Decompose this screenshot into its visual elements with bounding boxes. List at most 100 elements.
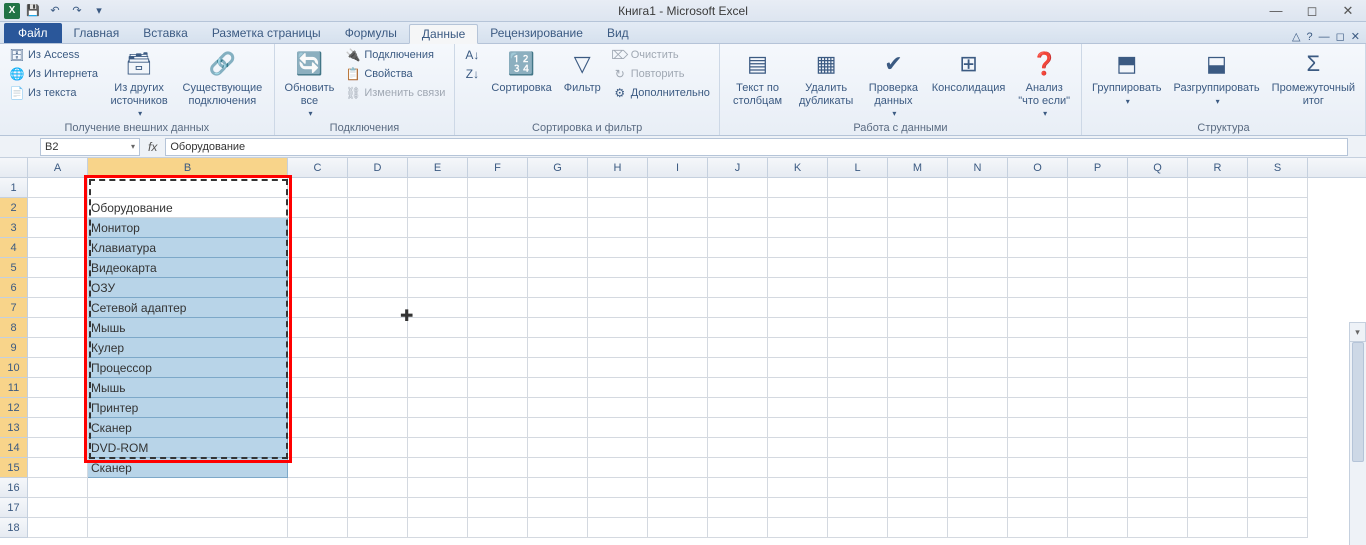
cell-Q14[interactable] bbox=[1128, 438, 1188, 458]
cell-G9[interactable] bbox=[528, 338, 588, 358]
cell-K4[interactable] bbox=[768, 238, 828, 258]
cell-J16[interactable] bbox=[708, 478, 768, 498]
cell-P4[interactable] bbox=[1068, 238, 1128, 258]
cell-C8[interactable] bbox=[288, 318, 348, 338]
sort-za-button[interactable]: Z↓ bbox=[461, 65, 483, 83]
cell-O1[interactable] bbox=[1008, 178, 1068, 198]
cell-K2[interactable] bbox=[768, 198, 828, 218]
cell-Q2[interactable] bbox=[1128, 198, 1188, 218]
column-header-F[interactable]: F bbox=[468, 158, 528, 177]
cell-R16[interactable] bbox=[1188, 478, 1248, 498]
minimize-button[interactable]: — bbox=[1264, 3, 1288, 19]
cell-J1[interactable] bbox=[708, 178, 768, 198]
cell-S17[interactable] bbox=[1248, 498, 1308, 518]
cell-S5[interactable] bbox=[1248, 258, 1308, 278]
cell-B17[interactable] bbox=[88, 498, 288, 518]
cell-G13[interactable] bbox=[528, 418, 588, 438]
cell-M4[interactable] bbox=[888, 238, 948, 258]
cell-S1[interactable] bbox=[1248, 178, 1308, 198]
cell-R18[interactable] bbox=[1188, 518, 1248, 538]
cell-F5[interactable] bbox=[468, 258, 528, 278]
column-header-E[interactable]: E bbox=[408, 158, 468, 177]
cell-E12[interactable] bbox=[408, 398, 468, 418]
worksheet-grid[interactable]: ABCDEFGHIJKLMNOPQRS 12Оборудование3Монит… bbox=[0, 158, 1366, 545]
cell-L6[interactable] bbox=[828, 278, 888, 298]
tab-review[interactable]: Рецензирование bbox=[478, 23, 595, 43]
cell-J10[interactable] bbox=[708, 358, 768, 378]
cell-E6[interactable] bbox=[408, 278, 468, 298]
cell-A10[interactable] bbox=[28, 358, 88, 378]
cell-O7[interactable] bbox=[1008, 298, 1068, 318]
cell-C1[interactable] bbox=[288, 178, 348, 198]
cell-C14[interactable] bbox=[288, 438, 348, 458]
cell-Q11[interactable] bbox=[1128, 378, 1188, 398]
sort-button[interactable]: 🔢Сортировка bbox=[487, 46, 555, 97]
cell-A9[interactable] bbox=[28, 338, 88, 358]
cell-H18[interactable] bbox=[588, 518, 648, 538]
row-header-7[interactable]: 7 bbox=[0, 298, 28, 318]
from-other-sources-button[interactable]: 🗃Из других источников▾ bbox=[105, 46, 173, 120]
cell-F6[interactable] bbox=[468, 278, 528, 298]
cell-G5[interactable] bbox=[528, 258, 588, 278]
cell-R9[interactable] bbox=[1188, 338, 1248, 358]
cell-P13[interactable] bbox=[1068, 418, 1128, 438]
cell-P1[interactable] bbox=[1068, 178, 1128, 198]
column-header-D[interactable]: D bbox=[348, 158, 408, 177]
formula-input[interactable]: Оборудование bbox=[165, 138, 1348, 156]
cell-D8[interactable] bbox=[348, 318, 408, 338]
cell-A4[interactable] bbox=[28, 238, 88, 258]
cell-J7[interactable] bbox=[708, 298, 768, 318]
cell-A3[interactable] bbox=[28, 218, 88, 238]
cell-L18[interactable] bbox=[828, 518, 888, 538]
cell-D15[interactable] bbox=[348, 458, 408, 478]
cell-S4[interactable] bbox=[1248, 238, 1308, 258]
formula-bar-expand[interactable]: ▾ bbox=[1349, 322, 1366, 342]
cell-C6[interactable] bbox=[288, 278, 348, 298]
cell-I10[interactable] bbox=[648, 358, 708, 378]
cell-O14[interactable] bbox=[1008, 438, 1068, 458]
cell-S7[interactable] bbox=[1248, 298, 1308, 318]
cell-B1[interactable] bbox=[88, 178, 288, 198]
close-button[interactable]: ✕ bbox=[1336, 3, 1360, 19]
cell-I12[interactable] bbox=[648, 398, 708, 418]
cell-L4[interactable] bbox=[828, 238, 888, 258]
cell-P12[interactable] bbox=[1068, 398, 1128, 418]
cell-B18[interactable] bbox=[88, 518, 288, 538]
cell-C12[interactable] bbox=[288, 398, 348, 418]
cell-D5[interactable] bbox=[348, 258, 408, 278]
cell-M5[interactable] bbox=[888, 258, 948, 278]
cell-G15[interactable] bbox=[528, 458, 588, 478]
cell-M18[interactable] bbox=[888, 518, 948, 538]
cell-P3[interactable] bbox=[1068, 218, 1128, 238]
cell-R4[interactable] bbox=[1188, 238, 1248, 258]
cell-A7[interactable] bbox=[28, 298, 88, 318]
cell-C4[interactable] bbox=[288, 238, 348, 258]
cell-E5[interactable] bbox=[408, 258, 468, 278]
cell-J5[interactable] bbox=[708, 258, 768, 278]
cell-F1[interactable] bbox=[468, 178, 528, 198]
cell-G6[interactable] bbox=[528, 278, 588, 298]
cell-I8[interactable] bbox=[648, 318, 708, 338]
cell-Q17[interactable] bbox=[1128, 498, 1188, 518]
cell-I3[interactable] bbox=[648, 218, 708, 238]
cell-F10[interactable] bbox=[468, 358, 528, 378]
cell-J4[interactable] bbox=[708, 238, 768, 258]
cell-D16[interactable] bbox=[348, 478, 408, 498]
ungroup-button[interactable]: ⬓Разгруппировать▾ bbox=[1169, 46, 1263, 108]
cell-J18[interactable] bbox=[708, 518, 768, 538]
sort-az-button[interactable]: A↓ bbox=[461, 46, 483, 64]
column-header-N[interactable]: N bbox=[948, 158, 1008, 177]
cell-H3[interactable] bbox=[588, 218, 648, 238]
row-header-14[interactable]: 14 bbox=[0, 438, 28, 458]
row-header-18[interactable]: 18 bbox=[0, 518, 28, 538]
cell-I18[interactable] bbox=[648, 518, 708, 538]
cell-O9[interactable] bbox=[1008, 338, 1068, 358]
cell-S2[interactable] bbox=[1248, 198, 1308, 218]
cell-K8[interactable] bbox=[768, 318, 828, 338]
tab-home[interactable]: Главная bbox=[62, 23, 132, 43]
cell-M12[interactable] bbox=[888, 398, 948, 418]
cell-H17[interactable] bbox=[588, 498, 648, 518]
cell-O8[interactable] bbox=[1008, 318, 1068, 338]
cell-S6[interactable] bbox=[1248, 278, 1308, 298]
cell-G7[interactable] bbox=[528, 298, 588, 318]
